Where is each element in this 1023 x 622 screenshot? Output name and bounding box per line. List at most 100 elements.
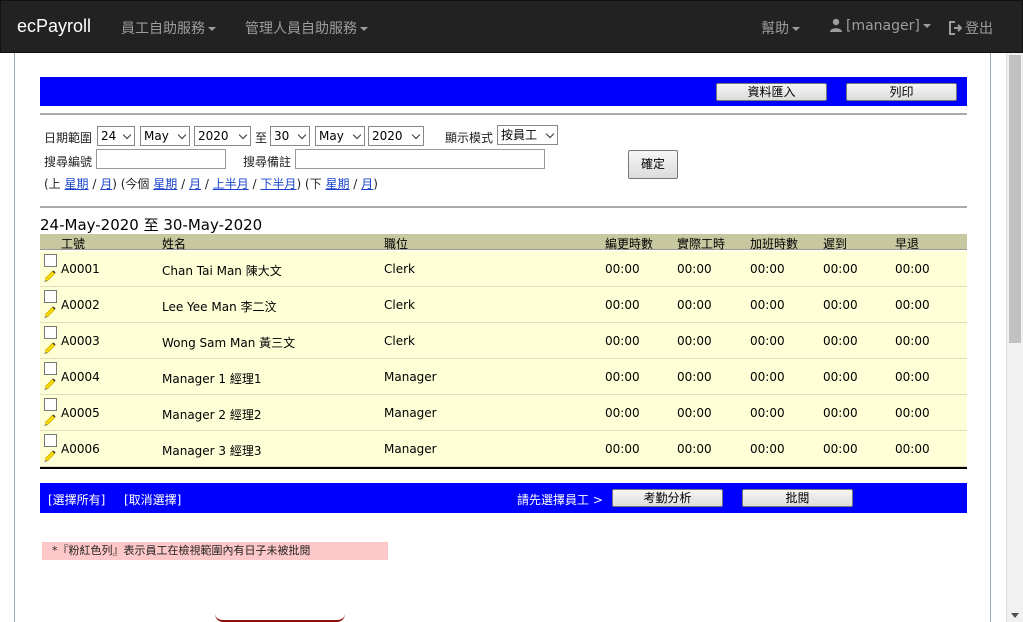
table-row: A0003 Wong Sam Man 黃三文 Clerk 00:00 00:00 00:0… bbox=[40, 323, 967, 359]
edit-pencil-icon[interactable] bbox=[43, 305, 57, 319]
menu-manager-services-label: 管理人員自助服務 bbox=[245, 21, 357, 37]
cell-scheduled-hours: 00:00 bbox=[605, 298, 640, 312]
separator: / bbox=[92, 177, 97, 191]
import-button[interactable]: 資料匯入 bbox=[716, 83, 827, 101]
chevron-down-icon bbox=[545, 129, 555, 139]
scrollbar-thumb[interactable] bbox=[1009, 55, 1021, 343]
to-day-value: 30 bbox=[274, 129, 290, 143]
search-id-input[interactable] bbox=[96, 149, 226, 169]
to-label: 至 bbox=[255, 131, 268, 145]
row-checkbox[interactable] bbox=[44, 254, 57, 267]
to-year-select[interactable]: 2020 bbox=[368, 126, 424, 146]
display-mode-label: 顯示模式 bbox=[445, 131, 494, 145]
cell-position: Manager bbox=[384, 442, 437, 456]
edit-pencil-icon[interactable] bbox=[43, 377, 57, 391]
next-period-label: ) (下 bbox=[296, 177, 322, 191]
cell-late: 00:00 bbox=[823, 442, 858, 456]
cell-overtime-hours: 00:00 bbox=[750, 298, 785, 312]
cell-scheduled-hours: 00:00 bbox=[605, 406, 640, 420]
table-row: A0004 Manager 1 經理1 Manager 00:00 00:00 00:00… bbox=[40, 359, 967, 395]
search-remark-label: 搜尋備註 bbox=[243, 155, 292, 169]
scroll-down-arrow-icon[interactable] bbox=[1011, 613, 1019, 618]
cell-employee-id: A0005 bbox=[61, 406, 100, 420]
cell-early-leave: 00:00 bbox=[895, 262, 930, 276]
cell-name: Chan Tai Man 陳大文 bbox=[162, 264, 282, 278]
column-header-overtime-hours: 加班時數 bbox=[750, 237, 799, 251]
decorative-arc bbox=[215, 614, 345, 622]
row-checkbox[interactable] bbox=[44, 290, 57, 303]
row-checkbox[interactable] bbox=[44, 362, 57, 375]
cell-scheduled-hours: 00:00 bbox=[605, 334, 640, 348]
second-half-month-link[interactable]: 下半月 bbox=[260, 177, 296, 191]
menu-employee-services[interactable]: 員工自助服務 bbox=[121, 18, 216, 38]
prev-week-link[interactable]: 星期 bbox=[65, 177, 89, 191]
cell-early-leave: 00:00 bbox=[895, 442, 930, 456]
approve-button[interactable]: 批閱 bbox=[742, 489, 853, 507]
display-mode-select[interactable]: 按員工 bbox=[497, 125, 558, 145]
cell-name: Lee Yee Man 李二汶 bbox=[162, 300, 277, 314]
cell-name: Wong Sam Man 黃三文 bbox=[162, 336, 296, 350]
to-month-select[interactable]: May bbox=[315, 126, 365, 146]
page-scrollbar[interactable] bbox=[1006, 53, 1023, 622]
table-row: A0001 Chan Tai Man 陳大文 Clerk 00:00 00:00 00:0… bbox=[40, 251, 967, 287]
next-month-link[interactable]: 月 bbox=[361, 177, 373, 191]
cell-employee-id: A0003 bbox=[61, 334, 100, 348]
column-header-late: 遲到 bbox=[823, 237, 848, 251]
brand-logo[interactable]: ecPayroll bbox=[17, 16, 91, 37]
table-header: 工號 姓名 職位 編更時數 實際工時 加班時數 遲到 早退 bbox=[40, 234, 967, 251]
prev-month-link[interactable]: 月 bbox=[100, 177, 112, 191]
separator: / bbox=[181, 177, 186, 191]
cell-scheduled-hours: 00:00 bbox=[605, 370, 640, 384]
logout-link[interactable]: 登出 bbox=[949, 18, 993, 38]
edit-pencil-icon[interactable] bbox=[43, 269, 57, 283]
cell-name: Manager 2 經理2 bbox=[162, 408, 262, 422]
select-all-link[interactable]: [選擇所有] bbox=[48, 491, 105, 508]
menu-help[interactable]: 幫助 bbox=[761, 18, 800, 38]
edit-pencil-icon[interactable] bbox=[43, 341, 57, 355]
deselect-all-link[interactable]: [取消選擇] bbox=[124, 491, 181, 508]
date-range-label: 日期範圍 bbox=[44, 131, 93, 145]
close-paren: ) bbox=[373, 177, 378, 191]
from-day-value: 24 bbox=[101, 129, 117, 143]
cell-overtime-hours: 00:00 bbox=[750, 334, 785, 348]
user-icon bbox=[830, 18, 842, 32]
table-row: A0002 Lee Yee Man 李二汶 Clerk 00:00 00:00 00:00… bbox=[40, 287, 967, 323]
from-day-select[interactable]: 24 bbox=[97, 126, 135, 146]
column-header-scheduled-hours: 編更時數 bbox=[605, 237, 654, 251]
edit-pencil-icon[interactable] bbox=[43, 413, 57, 427]
cell-position: Manager bbox=[384, 406, 437, 420]
from-month-select[interactable]: May bbox=[140, 126, 190, 146]
confirm-button[interactable]: 確定 bbox=[628, 150, 678, 179]
row-checkbox[interactable] bbox=[44, 434, 57, 447]
cell-position: Clerk bbox=[384, 298, 415, 312]
menu-employee-services-label: 員工自助服務 bbox=[121, 21, 205, 37]
to-day-select[interactable]: 30 bbox=[270, 126, 310, 146]
separator: / bbox=[204, 177, 209, 191]
cell-actual-hours: 00:00 bbox=[677, 370, 712, 384]
search-remark-input[interactable] bbox=[295, 149, 545, 169]
attendance-analysis-button[interactable]: 考勤分析 bbox=[612, 489, 723, 507]
table-bottom-border bbox=[40, 467, 967, 469]
row-checkbox[interactable] bbox=[44, 326, 57, 339]
from-year-select[interactable]: 2020 bbox=[194, 126, 251, 146]
this-month-link[interactable]: 月 bbox=[189, 177, 201, 191]
table-row: A0005 Manager 2 經理2 Manager 00:00 00:00 00:00… bbox=[40, 395, 967, 431]
print-button[interactable]: 列印 bbox=[846, 83, 957, 101]
cell-actual-hours: 00:00 bbox=[677, 334, 712, 348]
menu-user[interactable]: [manager] bbox=[829, 18, 931, 34]
cell-employee-id: A0006 bbox=[61, 442, 100, 456]
menu-manager-services[interactable]: 管理人員自助服務 bbox=[245, 18, 368, 38]
cell-actual-hours: 00:00 bbox=[677, 298, 712, 312]
row-checkbox[interactable] bbox=[44, 398, 57, 411]
first-half-month-link[interactable]: 上半月 bbox=[213, 177, 249, 191]
separator: / bbox=[353, 177, 358, 191]
cell-overtime-hours: 00:00 bbox=[750, 406, 785, 420]
this-week-link[interactable]: 星期 bbox=[153, 177, 177, 191]
to-month-value: May bbox=[319, 129, 344, 143]
cell-employee-id: A0004 bbox=[61, 370, 100, 384]
cell-overtime-hours: 00:00 bbox=[750, 262, 785, 276]
next-week-link[interactable]: 星期 bbox=[325, 177, 349, 191]
column-header-actual-hours: 實際工時 bbox=[677, 237, 726, 251]
edit-pencil-icon[interactable] bbox=[43, 449, 57, 463]
search-id-label: 搜尋編號 bbox=[44, 155, 93, 169]
